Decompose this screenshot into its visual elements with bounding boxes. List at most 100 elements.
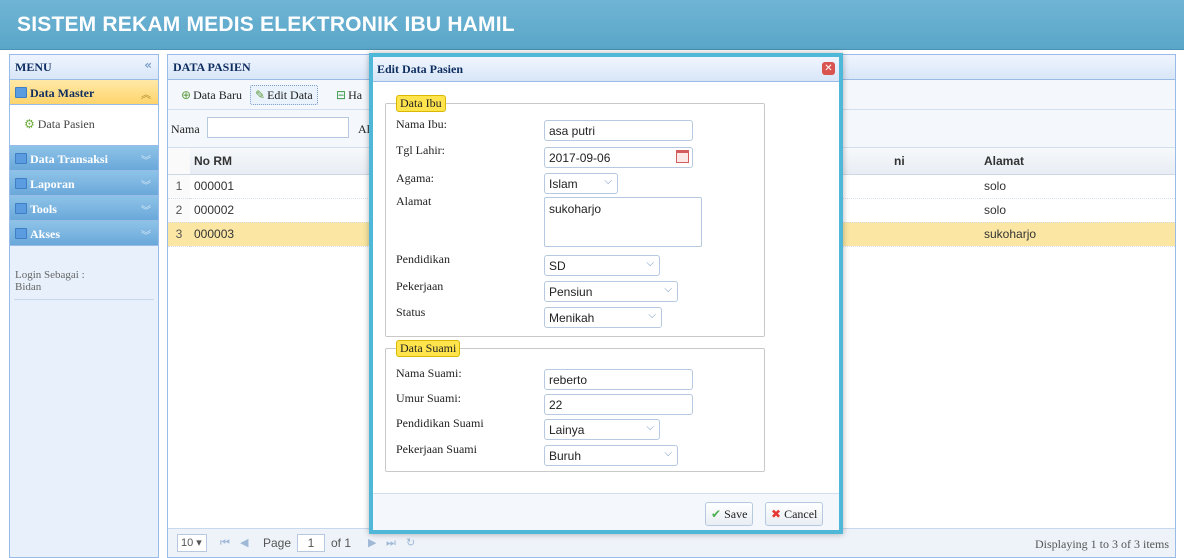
pendidikan-select[interactable]: SD ⌵	[544, 255, 660, 276]
chevron-down-icon[interactable]: ︾	[141, 202, 151, 217]
pendidikan-label: Pendidikan	[396, 252, 450, 266]
status-value: Menikah	[549, 311, 595, 325]
page-title: DATA PASIEN	[173, 60, 251, 74]
agama-value: Islam	[549, 177, 578, 191]
page-count-label: of 1	[331, 536, 352, 550]
cell-alamat: sukoharjo	[980, 222, 1175, 247]
cancel-icon: ✖	[771, 507, 782, 521]
filter-name-label: Nama	[171, 122, 200, 136]
double-chevron-left-icon[interactable]: «	[144, 58, 152, 72]
agama-select[interactable]: Islam ⌵	[544, 173, 618, 194]
data-ibu-legend: Data Ibu	[396, 95, 446, 112]
nama-ibu-input[interactable]: asa putri	[544, 120, 693, 141]
pekerjaan-value: Pensiun	[549, 285, 593, 299]
pencil-icon: ✎	[255, 88, 266, 102]
pekerjaan-select[interactable]: Pensiun ⌵	[544, 281, 678, 302]
folder-icon	[15, 178, 27, 189]
pekerjaan-suami-select[interactable]: Buruh ⌵	[544, 445, 678, 466]
pendidikan-suami-label: Pendidikan Suami	[396, 416, 484, 430]
sidebar-section-data-transaksi[interactable]: Data Transaksi ︾	[10, 146, 158, 171]
pekerjaan-suami-label: Pekerjaan Suami	[396, 442, 477, 456]
new-data-button[interactable]: ⊕ Data Baru	[176, 85, 247, 105]
page-number-input[interactable]: 1	[297, 534, 325, 552]
sidebar-section-label: Tools	[30, 202, 57, 216]
tgl-lahir-value: 2017-09-06	[549, 151, 611, 165]
sidebar-section-data-master[interactable]: Data Master ︽	[10, 80, 158, 105]
close-icon[interactable]: ✕	[822, 62, 835, 75]
dialog-title: Edit Data Pasien	[377, 62, 464, 76]
nama-suami-input[interactable]: reberto	[544, 369, 693, 390]
new-data-label: Data Baru	[193, 88, 243, 102]
cell-alamat: solo	[980, 174, 1175, 199]
edit-patient-dialog: Edit Data Pasien ✕ Data Ibu Nama Ibu: as…	[369, 53, 843, 534]
page-label: Page	[263, 536, 292, 550]
pekerjaan-label: Pekerjaan	[396, 279, 444, 293]
sidebar-section-tools[interactable]: Tools ︾	[10, 196, 158, 221]
chevron-up-icon[interactable]: ︽	[141, 86, 151, 101]
chevron-down-icon: ⌵	[648, 310, 656, 321]
first-page-icon[interactable]: ⏮	[220, 536, 230, 550]
status-label: Status	[396, 305, 426, 319]
app-title: SISTEM REKAM MEDIS ELEKTRONIK IBU HAMIL	[17, 13, 515, 36]
alamat-label: Alamat	[396, 194, 432, 208]
prev-page-icon[interactable]: ◀	[240, 536, 248, 549]
sidebar-section-label: Data Transaksi	[30, 152, 108, 166]
save-label: Save	[724, 507, 748, 521]
calendar-icon[interactable]	[676, 150, 689, 163]
login-role: Bidan	[15, 281, 42, 293]
sidebar-header: MENU «	[10, 55, 158, 80]
alamat-textarea[interactable]: sukoharjo	[544, 197, 702, 247]
gear-icon: ⚙	[24, 117, 35, 131]
folder-icon	[15, 228, 27, 239]
sidebar-section-body: ⚙ Data Pasien	[10, 105, 158, 146]
edit-data-button[interactable]: ✎ Edit Data	[250, 85, 318, 105]
login-info: Login Sebagai : Bidan	[15, 269, 85, 293]
umur-suami-input[interactable]: 22	[544, 394, 693, 415]
last-page-icon[interactable]: ⏭	[386, 536, 396, 550]
chevron-down-icon: ⌵	[604, 176, 612, 187]
chevron-down-icon[interactable]: ︾	[141, 152, 151, 167]
filter-name-input[interactable]	[207, 117, 349, 138]
sidebar-item-label: Data Pasien	[37, 117, 95, 131]
pendidikan-suami-select[interactable]: Lainya ⌵	[544, 419, 660, 440]
app-header: SISTEM REKAM MEDIS ELEKTRONIK IBU HAMIL	[0, 0, 1184, 50]
login-label: Login Sebagai :	[15, 269, 85, 281]
page-size-select[interactable]: 10 ▾	[177, 534, 207, 552]
sidebar-section-laporan[interactable]: Laporan ︾	[10, 171, 158, 196]
tgl-lahir-input[interactable]: 2017-09-06	[544, 147, 693, 168]
chevron-down-icon[interactable]: ︾	[141, 227, 151, 242]
cell-alamat: solo	[980, 198, 1175, 223]
add-icon: ⊕	[181, 88, 192, 102]
row-number: 1	[168, 174, 190, 199]
column-header-alamat[interactable]: Alamat	[980, 148, 1175, 175]
row-number: 2	[168, 198, 190, 223]
row-number-header	[168, 148, 190, 175]
data-ibu-fieldset: Data Ibu Nama Ibu: asa putri Tgl Lahir: …	[385, 95, 765, 337]
dialog-footer: ✔ Save ✖ Cancel	[373, 493, 839, 530]
next-page-icon[interactable]: ▶	[368, 536, 376, 549]
sidebar-section-label: Akses	[30, 227, 61, 241]
minus-icon: ⊟	[336, 88, 347, 102]
sidebar-item-data-pasien[interactable]: ⚙ Data Pasien	[24, 117, 95, 132]
folder-icon	[15, 87, 27, 98]
sidebar-section-label: Data Master	[30, 86, 95, 100]
umur-suami-label: Umur Suami:	[396, 391, 461, 405]
sidebar-section-label: Laporan	[30, 177, 75, 191]
chevron-down-icon[interactable]: ︾	[141, 177, 151, 192]
dialog-header: Edit Data Pasien ✕	[373, 57, 839, 82]
agama-label: Agama:	[396, 171, 434, 185]
nama-ibu-label: Nama Ibu:	[396, 117, 447, 131]
save-button[interactable]: ✔ Save	[705, 502, 754, 526]
chevron-down-icon: ⌵	[646, 422, 654, 433]
refresh-icon[interactable]: ↻	[406, 536, 415, 549]
pagination-display-text: Displaying 1 to 3 of 3 items	[1035, 537, 1169, 551]
delete-data-label: Ha	[348, 88, 363, 102]
chevron-down-icon: ⌵	[646, 258, 654, 269]
pendidikan-value: SD	[549, 259, 566, 273]
edit-data-label: Edit Data	[267, 88, 313, 102]
sidebar-section-akses[interactable]: Akses ︾	[10, 221, 158, 246]
nama-suami-label: Nama Suami:	[396, 366, 462, 380]
delete-data-button[interactable]: ⊟ Ha	[331, 85, 367, 105]
cancel-button[interactable]: ✖ Cancel	[765, 502, 824, 526]
status-select[interactable]: Menikah ⌵	[544, 307, 662, 328]
